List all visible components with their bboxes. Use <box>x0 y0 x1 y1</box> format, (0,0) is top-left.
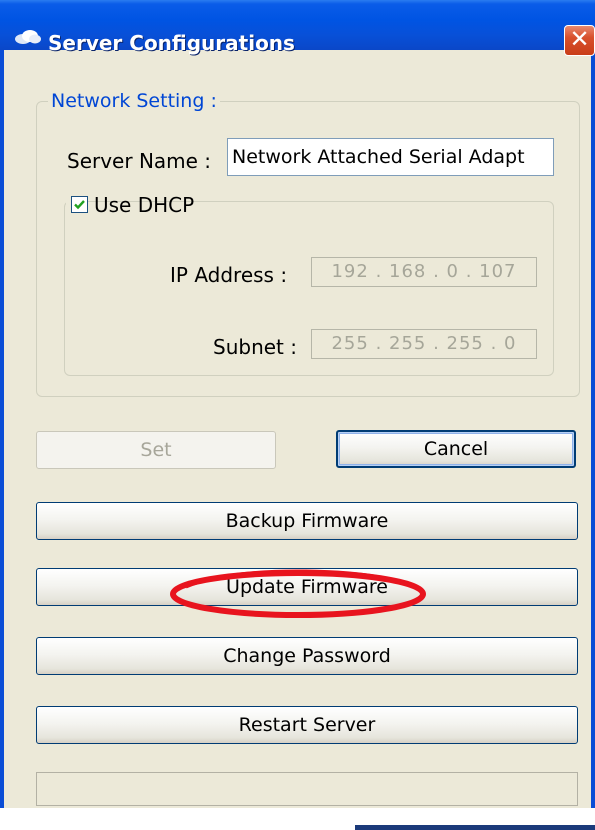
taskbar-edge <box>355 825 595 830</box>
ip-address-field[interactable]: 192 . 168 . 0 . 107 <box>311 257 537 287</box>
server-name-label: Server Name : <box>67 149 212 173</box>
cloud-icon <box>15 30 41 44</box>
subnet-label: Subnet : <box>213 335 297 359</box>
backup-firmware-button[interactable]: Backup Firmware <box>36 502 578 540</box>
server-name-input[interactable]: Network Attached Serial Adapt <box>227 138 554 176</box>
restart-server-button[interactable]: Restart Server <box>36 706 578 744</box>
network-setting-legend: Network Setting : <box>48 89 220 113</box>
close-button[interactable]: ✕ <box>564 25 595 56</box>
checkmark-icon <box>74 200 85 210</box>
change-password-button[interactable]: Change Password <box>36 637 578 675</box>
use-dhcp-checkbox[interactable] <box>71 196 88 213</box>
window-title: Server Configurations <box>48 31 295 55</box>
subnet-field[interactable]: 255 . 255 . 255 . 0 <box>311 329 537 359</box>
title-bar[interactable]: Server Configurations ✕ <box>0 0 595 56</box>
use-dhcp-checkbox-row[interactable]: Use DHCP <box>66 191 194 219</box>
update-firmware-button[interactable]: Update Firmware <box>36 568 578 606</box>
screen: Server Configurations ✕ Network Setting … <box>0 0 595 830</box>
ip-address-label: IP Address : <box>170 263 288 287</box>
cancel-button[interactable]: Cancel <box>336 430 576 468</box>
set-button[interactable]: Set <box>36 431 276 469</box>
close-icon: ✕ <box>569 25 590 53</box>
use-dhcp-label: Use DHCP <box>94 193 195 217</box>
status-bar <box>36 772 578 806</box>
